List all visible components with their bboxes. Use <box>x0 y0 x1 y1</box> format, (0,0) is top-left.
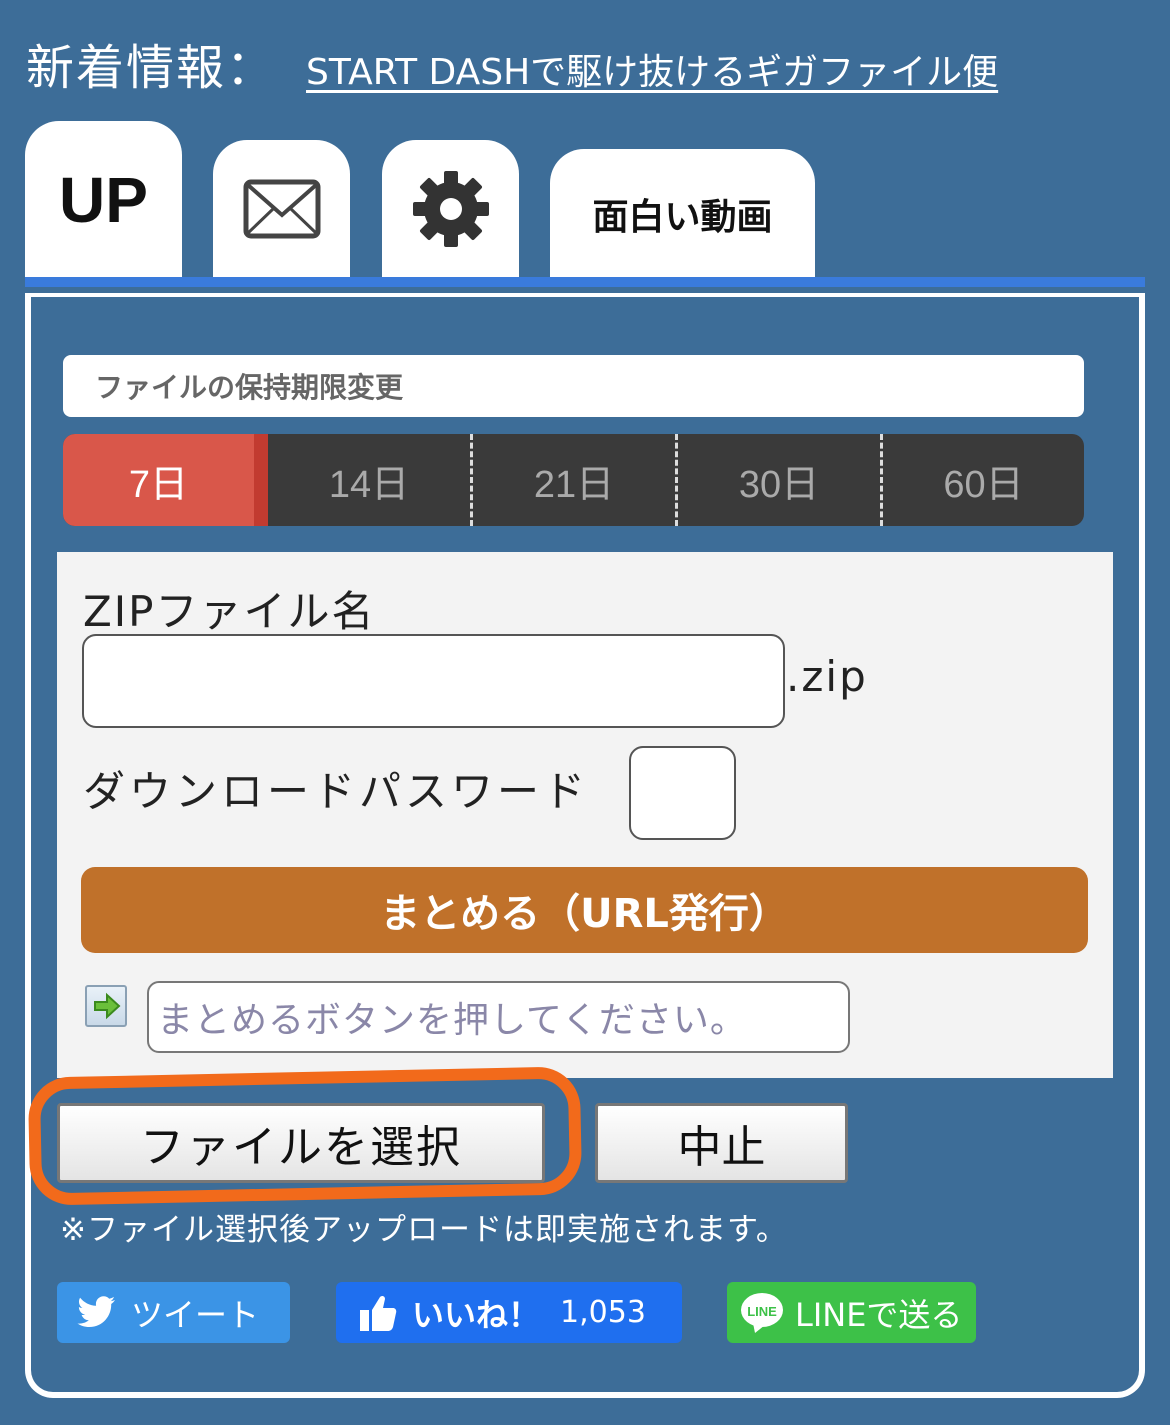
thumbs-up-icon <box>360 1295 397 1331</box>
url-output-field[interactable]: まとめるボタンを押してください。 <box>147 981 850 1053</box>
tab-up[interactable]: UP <box>25 121 182 278</box>
retention-title: ファイルの保持期限変更 <box>63 355 1084 417</box>
tab-up-label: UP <box>59 163 148 236</box>
zip-extension: .zip <box>786 652 868 701</box>
like-button[interactable]: いいね！ 1,053 <box>336 1282 682 1343</box>
period-option-21[interactable]: 21日 <box>470 434 675 526</box>
period-option-7[interactable]: 7日 <box>63 434 268 526</box>
tab-video-label: 面白い動画 <box>592 196 773 238</box>
tab-mail[interactable] <box>213 140 350 278</box>
period-option-14[interactable]: 14日 <box>268 434 470 526</box>
upload-note: ※ファイル選択後アップロードは即実施されます。 <box>60 1212 788 1248</box>
like-label: いいね！ <box>412 1295 541 1334</box>
tab-underline <box>25 277 1145 287</box>
tweet-label: ツイート <box>131 1295 260 1334</box>
zip-name-input[interactable] <box>82 634 785 728</box>
arrow-right-icon <box>85 985 127 1027</box>
like-count: 1,053 <box>560 1295 646 1330</box>
twitter-bird-icon <box>77 1295 115 1327</box>
tweet-button[interactable]: ツイート <box>57 1282 290 1343</box>
news-link[interactable]: START DASHで駆け抜けるギガファイル便 <box>306 43 998 95</box>
news-label: 新着情報： <box>26 40 277 96</box>
line-logo-icon: LINE <box>741 1292 783 1333</box>
retention-selector: 7日 14日 21日 30日 60日 <box>63 434 1084 526</box>
period-option-60[interactable]: 60日 <box>880 434 1084 526</box>
tab-settings[interactable] <box>382 140 519 278</box>
combine-button[interactable]: まとめる（URL発行） <box>81 867 1088 953</box>
line-share-button[interactable]: LINE LINEで送る <box>727 1282 976 1343</box>
line-logo-text: LINE <box>747 1304 777 1319</box>
highlight-annotation <box>27 1066 583 1206</box>
tab-video[interactable]: 面白い動画 <box>550 149 815 278</box>
password-input[interactable] <box>629 746 736 840</box>
cancel-button[interactable]: 中止 <box>595 1103 848 1183</box>
gear-icon <box>412 171 489 247</box>
password-label: ダウンロードパスワード <box>83 767 590 816</box>
zip-name-label: ZIPファイル名 <box>83 587 376 636</box>
line-label: LINEで送る <box>795 1295 963 1334</box>
news-bar: 新着情報： START DASHで駆け抜けるギガファイル便 <box>26 28 998 98</box>
period-option-30[interactable]: 30日 <box>675 434 880 526</box>
envelope-icon <box>243 179 320 239</box>
